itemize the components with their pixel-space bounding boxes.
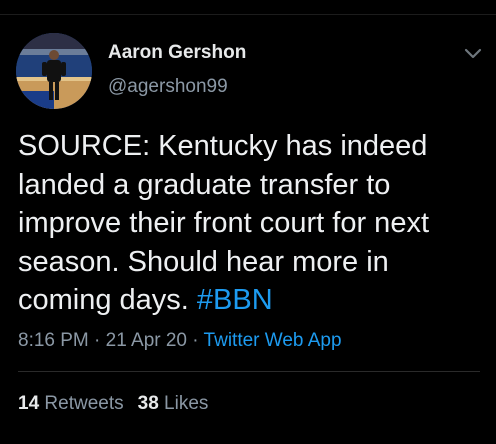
author-name[interactable]: Aaron Gershon (108, 42, 246, 64)
avatar-image (16, 33, 92, 109)
meta-separator: · (187, 330, 204, 351)
retweets-count: 14 (18, 393, 40, 414)
tweet-body: SOURCE: Kentucky has indeed landed a gra… (18, 127, 488, 320)
likes-stat[interactable]: 38 Likes (138, 393, 209, 414)
tweet-stats: 14 Retweets 38 Likes (18, 393, 208, 415)
retweets-label: Retweets (44, 393, 124, 414)
retweets-stat[interactable]: 14 Retweets (18, 393, 124, 414)
tweet-source-link[interactable]: Twitter Web App (204, 330, 342, 351)
tweet-card: Aaron Gershon @agershon99 SOURCE: Kentuc… (0, 0, 496, 444)
hashtag-link[interactable]: #BBN (197, 284, 273, 316)
likes-label: Likes (164, 393, 209, 414)
tweet-date[interactable]: 21 Apr 20 (106, 330, 187, 351)
avatar[interactable] (16, 33, 92, 109)
meta-separator: · (88, 330, 106, 351)
stats-divider (18, 371, 480, 372)
tweet-meta: 8:16 PM · 21 Apr 20 · Twitter Web App (18, 330, 342, 352)
author-handle[interactable]: @agershon99 (108, 76, 228, 98)
tweet-time[interactable]: 8:16 PM (18, 330, 89, 351)
likes-count: 38 (137, 393, 159, 414)
chevron-down-icon[interactable] (462, 42, 484, 64)
